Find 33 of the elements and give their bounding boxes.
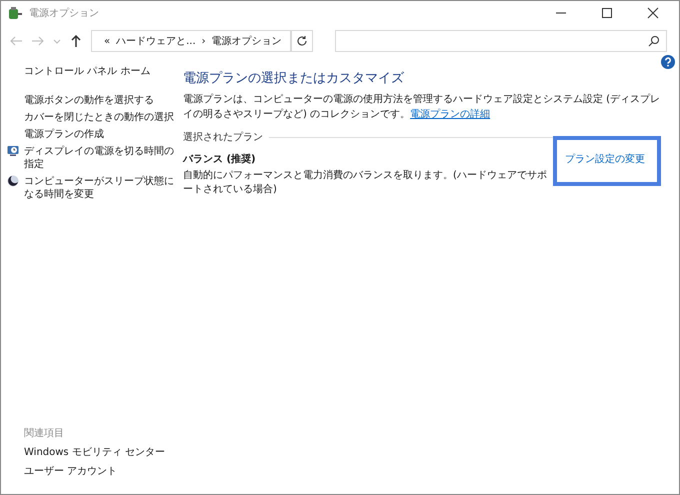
description-text: 電源プランは、コンピューターの電源の使用方法を管理するハードウェア設定とシステム設定 (ディスプレイの明るさやスリープなど) のコレクションです。電源プランの詳細 (183, 93, 661, 122)
battery-plug-icon (7, 5, 23, 21)
plan-settings-link[interactable]: プラン設定の変更 (553, 136, 661, 186)
related-link[interactable]: ユーザー アカウント (24, 465, 179, 478)
refresh-icon (296, 35, 308, 47)
plan-description: 自動的にパフォーマンスと電力消費のバランスを取ります。(ハードウェアでサポートされている場合) (183, 168, 548, 196)
sidebar-link[interactable]: カバーを閉じたときの動作の選択 (24, 111, 174, 124)
monitor-clock-icon (7, 145, 19, 157)
sidebar-link[interactable]: コンピューターがスリープ状態になる時間を変更 (24, 175, 179, 201)
overflow-chevron[interactable]: « (104, 36, 110, 46)
sidebar-link[interactable]: ディスプレイの電源を切る時間の指定 (24, 145, 179, 171)
refresh-button[interactable] (291, 30, 313, 52)
plan-name: バランス (推奨) (183, 152, 257, 166)
breadcrumb[interactable]: 電源オプション (212, 34, 282, 48)
sidebar-link[interactable]: コントロール パネル ホーム (24, 65, 179, 78)
section-label: 関連項目 (24, 426, 65, 440)
address-bar[interactable]: « ハードウェアと... › 電源オプション (91, 30, 291, 52)
search-icon (648, 35, 660, 47)
close-icon[interactable] (647, 7, 659, 19)
help-icon[interactable] (661, 55, 675, 69)
details-link[interactable]: 電源プランの詳細 (410, 108, 490, 120)
maximize-icon[interactable] (601, 7, 613, 19)
related-link[interactable]: Windows モビリティ センター (24, 446, 179, 459)
sidebar-link[interactable]: 電源ボタンの動作を選択する (24, 94, 154, 107)
breadcrumb[interactable]: ハードウェアと... (116, 34, 196, 48)
breadcrumb-separator[interactable]: › (202, 36, 206, 46)
window-title: 電源オプション (29, 6, 99, 20)
group-label: 選択されたプラン (183, 130, 263, 144)
search-field[interactable] (335, 30, 667, 52)
sidebar-link[interactable]: 電源プランの作成 (24, 128, 104, 141)
up-arrow-icon[interactable] (69, 34, 83, 48)
moon-icon (7, 175, 19, 187)
page-heading: 電源プランの選択またはカスタマイズ (183, 70, 405, 87)
